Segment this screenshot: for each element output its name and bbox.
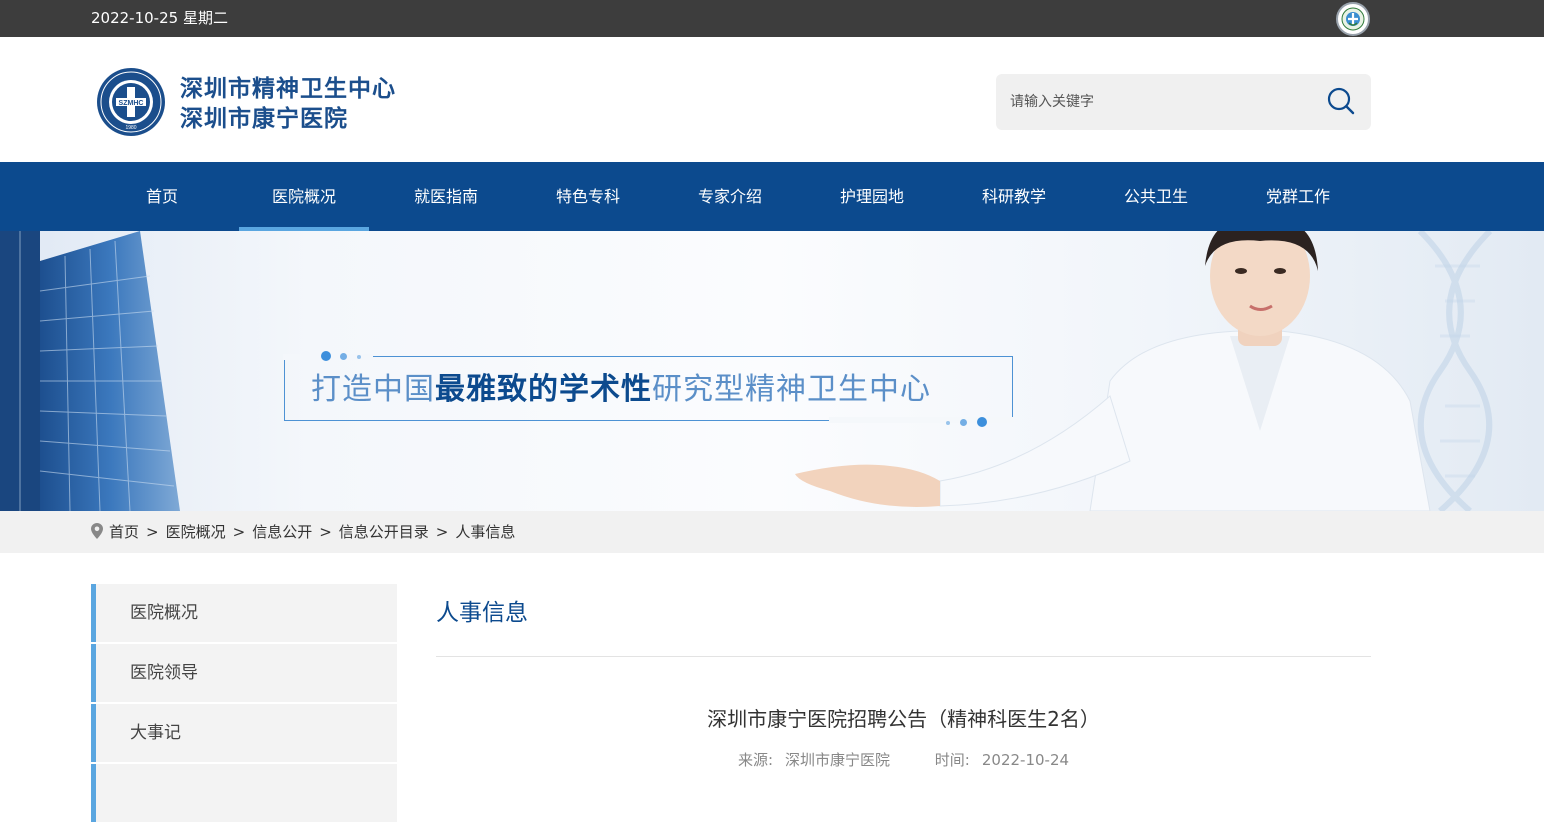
breadcrumb: 首页 > 医院概况 > 信息公开 > 信息公开目录 > 人事信息 — [91, 523, 515, 541]
sidebar-item-hospital-overview[interactable]: 医院概况 — [91, 584, 397, 642]
sidebar-item-leadership[interactable]: 医院领导 — [91, 644, 397, 702]
hero-banner: 打造中国最雅致的学术性研究型精神卫生中心 — [0, 231, 1544, 511]
nav-item-nursing[interactable]: 护理园地 — [807, 162, 937, 231]
hospital-name-line1: 深圳市精神卫生中心 — [180, 76, 396, 102]
decor-dot — [960, 419, 967, 426]
breadcrumb-hospital-overview[interactable]: 医院概况 — [166, 523, 226, 541]
breadcrumb-separator: > — [232, 523, 246, 541]
breadcrumb-separator: > — [435, 523, 449, 541]
nav-item-party-work[interactable]: 党群工作 — [1233, 162, 1363, 231]
time-value: 2022-10-24 — [981, 751, 1070, 769]
top-bar: 2022-10-25 星期二 — [0, 0, 1544, 37]
main-nav: 首页 医院概况 就医指南 特色专科 专家介绍 护理园地 科研教学 公共卫生 党群… — [0, 162, 1544, 231]
nav-item-public-health[interactable]: 公共卫生 — [1091, 162, 1221, 231]
search-icon[interactable] — [1326, 86, 1356, 116]
nav-item-specialties[interactable]: 特色专科 — [523, 162, 653, 231]
article-title: 深圳市康宁医院招聘公告（精神科医生2名） — [707, 707, 1100, 731]
breadcrumb-info-disclosure[interactable]: 信息公开 — [252, 523, 312, 541]
section-title: 人事信息 — [436, 600, 528, 626]
breadcrumb-info-catalog[interactable]: 信息公开目录 — [339, 523, 429, 541]
time-label: 时间: — [934, 751, 970, 769]
sidebar-item-milestones[interactable]: 大事记 — [91, 704, 397, 762]
decor-dot — [340, 353, 347, 360]
breadcrumb-home[interactable]: 首页 — [109, 523, 139, 541]
search-box — [996, 74, 1371, 130]
breadcrumb-separator: > — [146, 523, 159, 541]
building-image — [0, 231, 180, 511]
nav-item-experts[interactable]: 专家介绍 — [665, 162, 795, 231]
divider — [436, 656, 1371, 657]
banner-slogan: 打造中国最雅致的学术性研究型精神卫生中心 — [311, 370, 931, 410]
breadcrumb-personnel-info[interactable]: 人事信息 — [455, 523, 515, 541]
hospital-seal-logo[interactable]: SZMHC 1980 — [96, 67, 166, 137]
search-input[interactable] — [1010, 91, 1310, 113]
location-pin-icon — [91, 523, 103, 539]
decor-dot — [946, 421, 950, 425]
seal-text: SZMHC — [119, 100, 144, 107]
hospital-name[interactable]: 深圳市精神卫生中心 深圳市康宁医院 — [180, 74, 396, 134]
slogan-prefix: 打造中国 — [311, 372, 435, 407]
decor-dot — [321, 351, 331, 361]
decor-dot — [977, 417, 987, 427]
nav-item-hospital-overview[interactable]: 医院概况 — [239, 162, 369, 231]
nav-item-research-teaching[interactable]: 科研教学 — [949, 162, 1079, 231]
source-label: 来源: — [737, 751, 773, 769]
decor-dot — [357, 355, 361, 359]
breadcrumb-bar: 首页 > 医院概况 > 信息公开 > 信息公开目录 > 人事信息 — [0, 511, 1544, 553]
breadcrumb-separator: > — [319, 523, 332, 541]
hospital-name-line2: 深圳市康宁医院 — [180, 106, 348, 132]
current-date: 2022-10-25 星期二 — [91, 9, 228, 27]
seal-year: 1980 — [125, 125, 136, 131]
article-meta: 来源: 深圳市康宁医院 时间: 2022-10-24 — [436, 750, 1371, 770]
site-header: SZMHC 1980 深圳市精神卫生中心 深圳市康宁医院 — [0, 37, 1544, 162]
source-value: 深圳市康宁医院 — [785, 751, 891, 769]
sidebar-item-more[interactable] — [91, 764, 397, 822]
sidebar-menu: 医院概况 医院领导 大事记 — [91, 584, 397, 824]
nav-item-medical-guide[interactable]: 就医指南 — [381, 162, 511, 231]
slogan-suffix: 研究型精神卫生中心 — [652, 372, 931, 407]
slogan-highlight: 最雅致的学术性 — [435, 372, 652, 407]
national-health-emblem-icon[interactable] — [1336, 2, 1370, 36]
nav-item-home[interactable]: 首页 — [97, 162, 227, 231]
